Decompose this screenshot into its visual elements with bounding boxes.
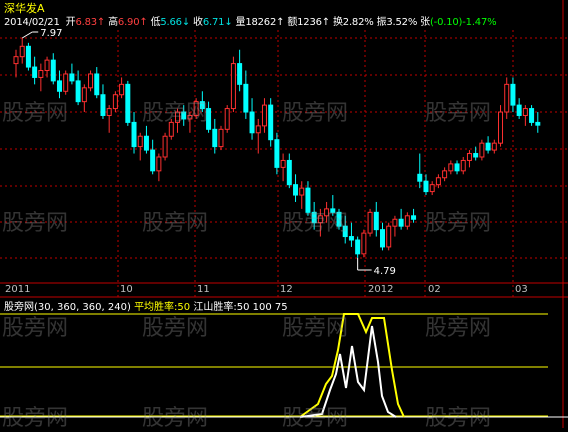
quote-item: 换2.82%	[332, 17, 374, 28]
quote-item: 量18262↑	[235, 17, 285, 28]
watermark-text: 股旁网	[282, 406, 349, 431]
quote-line: 2014/02/21 开6.83↑ 高6.90↑ 低5.66↓ 收6.71↓ 量1826…	[4, 13, 497, 28]
date-tick: 10	[120, 284, 133, 295]
quote-item: 高6.90↑	[108, 17, 148, 28]
watermark-text: 股旁网	[2, 406, 69, 431]
watermark-text: 股旁网	[2, 316, 69, 341]
watermark-text: 股旁网	[142, 316, 209, 341]
date-tick: 2011	[5, 284, 31, 295]
watermark-text: 股旁网	[425, 406, 492, 431]
watermark-text: 股旁网	[425, 101, 492, 126]
quote-item: 张(-0.10)-1.47%	[420, 17, 497, 28]
quote-item: 低5.66↓	[150, 17, 191, 28]
quote-date: 2014/02/21	[4, 17, 60, 28]
watermark-text: 股旁网	[425, 211, 492, 236]
date-tick: 12	[280, 284, 293, 295]
watermark-text: 股旁网	[282, 211, 349, 236]
watermark-text: 股旁网	[142, 211, 209, 236]
quote-item: 开6.83↑	[65, 17, 106, 28]
watermark-text: 股旁网	[282, 316, 349, 341]
watermark-text: 股旁网	[425, 316, 492, 341]
quote-item: 额1236↑	[287, 17, 330, 28]
date-tick: 2012	[368, 284, 394, 295]
quote-item: 振3.52%	[376, 17, 418, 28]
watermark-text: 股旁网	[282, 101, 349, 126]
watermark-text: 股旁网	[142, 101, 209, 126]
watermark-text: 股旁网	[2, 101, 69, 126]
watermark-text: 股旁网	[142, 406, 209, 431]
quote-item: 收6.71↓	[193, 17, 233, 28]
date-tick: 02	[428, 284, 441, 295]
date-tick: 03	[515, 284, 528, 295]
date-tick: 11	[197, 284, 210, 295]
quote-items: 开6.83↑ 高6.90↑ 低5.66↓ 收6.71↓ 量18262↑ 额1236↑ 换2.…	[63, 17, 497, 28]
date-axis: 2011 10 11 12 2012 02 03	[0, 283, 568, 297]
watermark-text: 股旁网	[2, 211, 69, 236]
